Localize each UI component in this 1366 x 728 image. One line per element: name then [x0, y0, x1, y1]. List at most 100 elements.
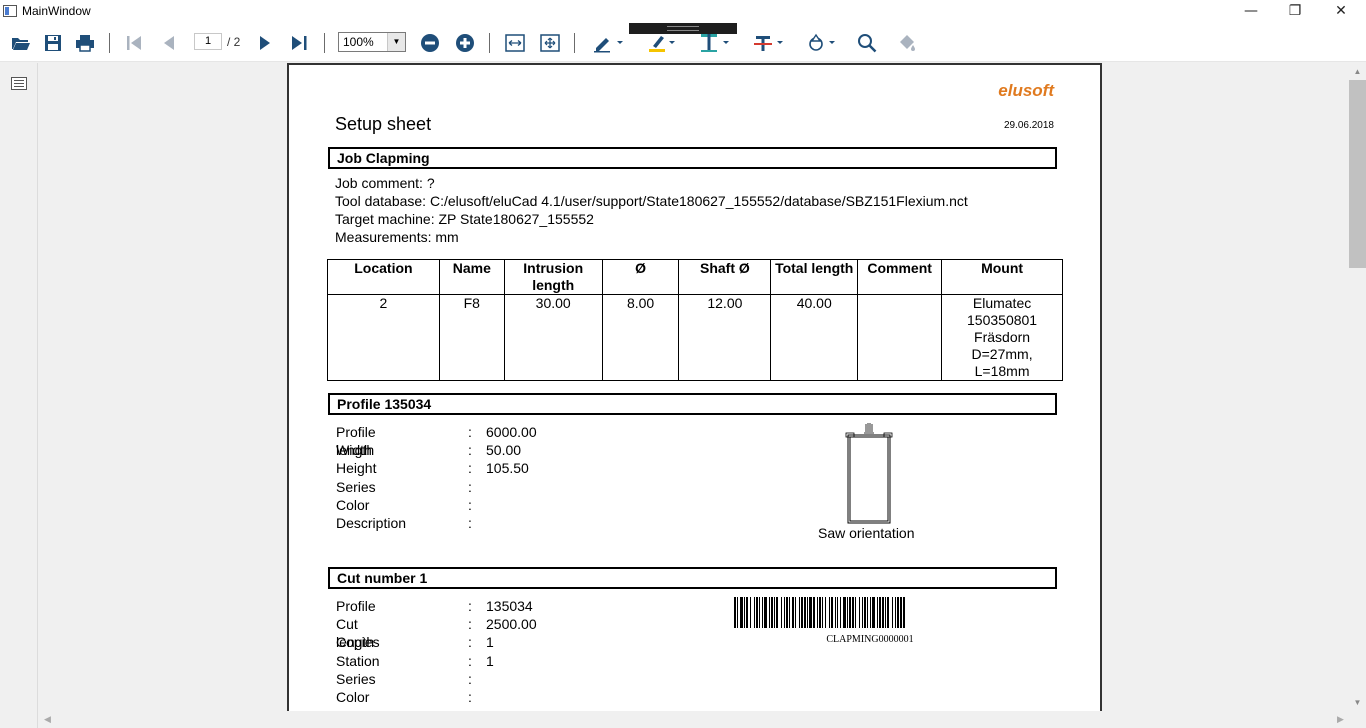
- document-date: 29.06.2018: [1003, 120, 1054, 131]
- previous-page-icon[interactable]: [159, 32, 179, 54]
- scrollbar-thumb[interactable]: [1349, 80, 1366, 268]
- measurements: Measurements: mm: [335, 229, 459, 245]
- barcode: [734, 597, 1028, 628]
- text-icon[interactable]: [698, 32, 734, 54]
- field-separator: :: [468, 442, 472, 459]
- toolbar-separator: [109, 33, 110, 53]
- field-label: Copies: [336, 634, 380, 651]
- document-viewer[interactable]: elusoft Setup sheet 29.06.2018 Job Clapm…: [39, 63, 1349, 711]
- window-title: MainWindow: [22, 4, 91, 18]
- restore-button[interactable]: ❐: [1272, 0, 1318, 24]
- floating-grip-bar[interactable]: [629, 23, 737, 34]
- table-cell: 30.00: [503, 294, 603, 381]
- column-header: Total length: [770, 259, 859, 295]
- table-cell: Elumatec 150350801 Fräsdorn D=27mm, L=18…: [941, 294, 1063, 381]
- field-value: 2500.00: [486, 616, 537, 633]
- field-separator: :: [468, 616, 472, 633]
- tool-database: Tool database: C:/elusoft/eluCad 4.1/use…: [335, 193, 968, 209]
- zoom-in-icon[interactable]: [454, 32, 476, 54]
- column-header: Ø: [601, 259, 680, 295]
- field-separator: :: [468, 670, 472, 687]
- shapes-icon[interactable]: [805, 32, 841, 54]
- close-button[interactable]: ✕: [1318, 0, 1364, 24]
- scrollbar-corner: [1349, 711, 1366, 728]
- column-header: Name: [438, 259, 505, 295]
- field-value: 50.00: [486, 442, 522, 459]
- search-icon[interactable]: [856, 32, 878, 54]
- minimize-button[interactable]: —: [1228, 0, 1274, 24]
- field-separator: :: [468, 652, 472, 669]
- fit-width-icon[interactable]: [504, 32, 526, 54]
- brand-logo: elusoft: [998, 81, 1054, 100]
- table-cell: 12.00: [678, 294, 772, 381]
- zoom-out-icon[interactable]: [419, 32, 441, 54]
- next-page-icon[interactable]: [255, 32, 275, 54]
- highlighter-icon[interactable]: [646, 32, 682, 54]
- page-total: / 2: [227, 35, 241, 49]
- field-separator: :: [468, 496, 472, 513]
- field-separator: :: [468, 460, 472, 477]
- section-profile-header: Profile 135034: [328, 393, 1057, 415]
- save-icon[interactable]: [43, 32, 63, 54]
- tool-table: Location Name Intrusion length Ø Shaft Ø…: [327, 259, 1063, 381]
- scroll-left-icon[interactable]: ◀: [39, 711, 56, 728]
- document-title: Setup sheet: [335, 114, 432, 134]
- field-label: Height: [336, 460, 377, 477]
- thumbnail-panel: [0, 63, 38, 728]
- fill-icon[interactable]: [896, 32, 918, 54]
- scroll-up-icon[interactable]: ▲: [1349, 63, 1366, 80]
- scroll-right-icon[interactable]: ▶: [1332, 711, 1349, 728]
- folder-open-icon[interactable]: [10, 32, 32, 54]
- column-header: Mount: [941, 259, 1063, 295]
- title-bar: MainWindow — ❐ ✕: [0, 0, 1366, 24]
- chevron-down-icon[interactable]: ▼: [387, 33, 405, 51]
- last-page-icon[interactable]: [288, 32, 312, 54]
- field-separator: :: [468, 688, 472, 705]
- barcode-bar: [903, 597, 905, 628]
- zoom-value: 100%: [343, 35, 374, 49]
- job-comment: Job comment: ?: [335, 175, 435, 191]
- field-separator: :: [468, 634, 472, 651]
- saw-orientation-label: Saw orientation: [818, 525, 915, 541]
- column-header: Comment: [857, 259, 943, 295]
- field-separator: :: [468, 424, 472, 440]
- table-header-row: Location Name Intrusion length Ø Shaft Ø…: [327, 259, 1063, 295]
- field-label: Color: [336, 496, 370, 513]
- barcode-text: CLAPMING0000001: [826, 634, 914, 645]
- field-value: 135034: [486, 598, 533, 614]
- zoom-select[interactable]: 100% ▼: [338, 32, 406, 52]
- table-cell: 40.00: [770, 294, 859, 381]
- page-number-input[interactable]: 1: [194, 33, 222, 50]
- toolbar-separator: [324, 33, 325, 53]
- field-label: Color: [336, 688, 370, 705]
- toolbar-separator: [489, 33, 490, 53]
- field-separator: :: [468, 478, 472, 495]
- field-separator: :: [468, 598, 472, 614]
- table-cell: [857, 294, 943, 381]
- pen-icon[interactable]: [591, 32, 627, 54]
- field-value: 105.50: [486, 460, 529, 477]
- field-value: 6000.00: [486, 424, 537, 440]
- first-page-icon[interactable]: [123, 32, 145, 54]
- thumbnails-icon[interactable]: [11, 77, 27, 90]
- document-page: elusoft Setup sheet 29.06.2018 Job Clapm…: [287, 63, 1102, 711]
- table-row: 2 F8 30.00 8.00 12.00 40.00 Elumatec 150…: [327, 294, 1063, 381]
- field-separator: :: [468, 514, 472, 531]
- fit-page-icon[interactable]: [539, 32, 561, 54]
- column-header: Location: [327, 259, 440, 295]
- field-label: Series: [336, 670, 376, 687]
- field-label: Series: [336, 478, 376, 495]
- strikethrough-icon[interactable]: [752, 32, 788, 54]
- app-icon: [3, 5, 17, 17]
- toolbar-separator: [574, 33, 575, 53]
- vertical-scrollbar[interactable]: ▲ ▼: [1349, 63, 1366, 711]
- horizontal-scrollbar[interactable]: ◀ ▶: [39, 711, 1349, 728]
- column-header: Shaft Ø: [678, 259, 772, 295]
- scroll-down-icon[interactable]: ▼: [1349, 694, 1366, 711]
- table-cell: 8.00: [601, 294, 680, 381]
- field-label: Station: [336, 652, 380, 669]
- section-job-header: Job Clapming: [328, 147, 1057, 169]
- print-icon[interactable]: [74, 32, 96, 54]
- field-value: 1: [486, 652, 494, 669]
- section-cut-header: Cut number 1: [328, 567, 1057, 589]
